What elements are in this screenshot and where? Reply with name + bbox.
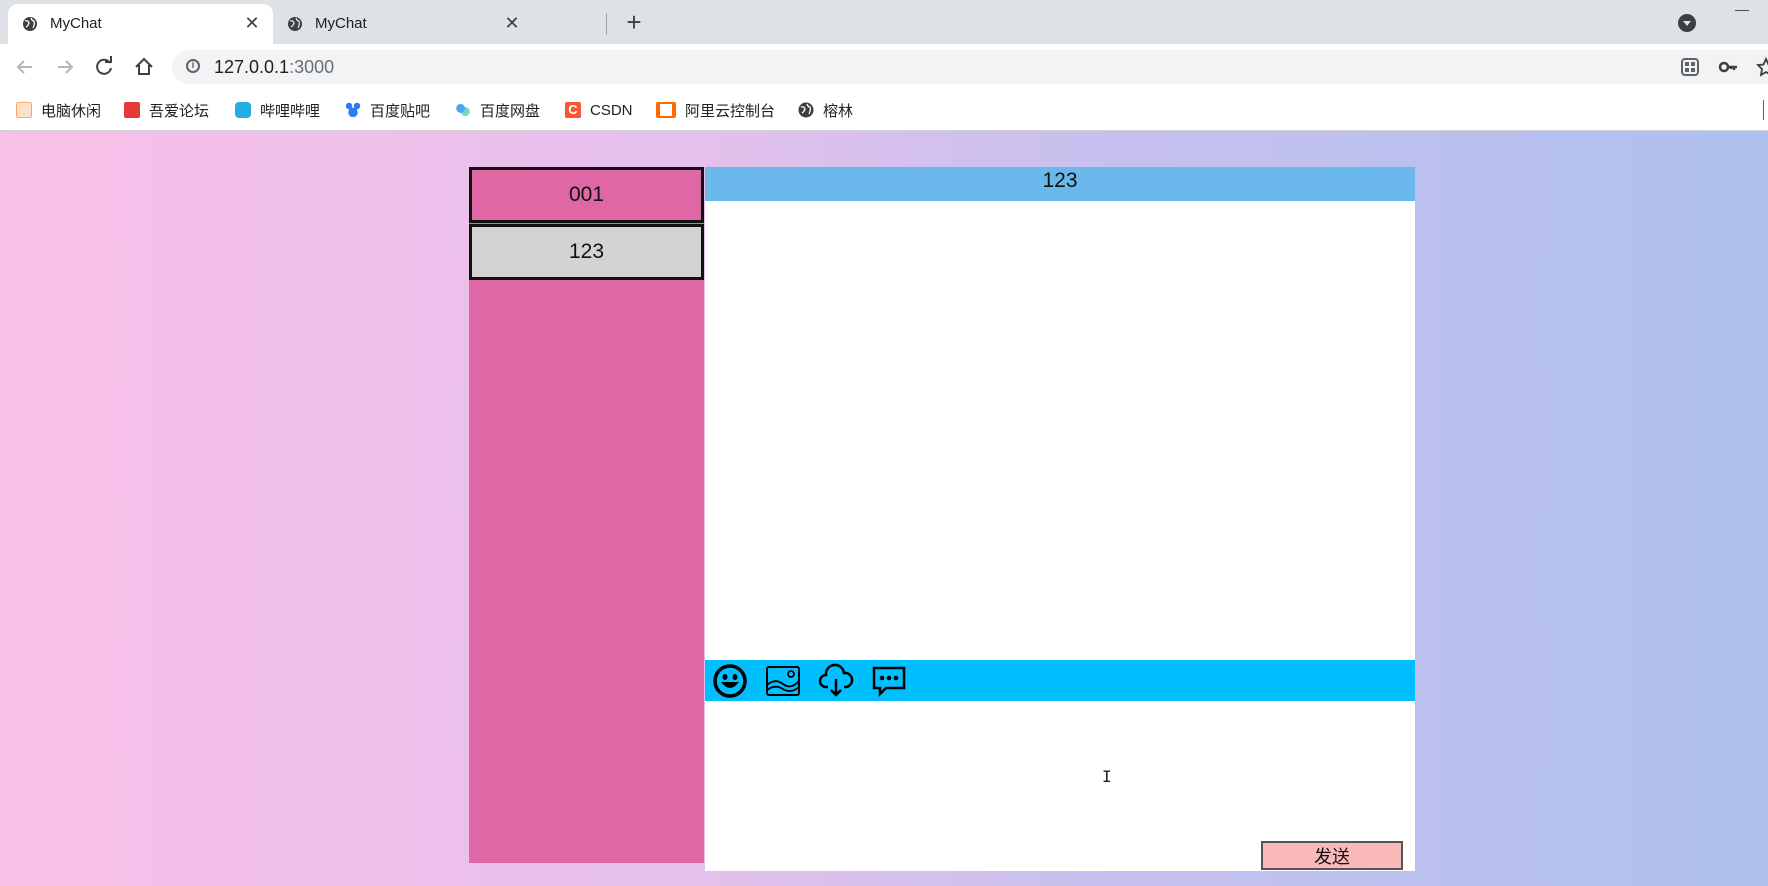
close-tab-icon[interactable]: ✕ (241, 12, 263, 34)
back-arrow-icon[interactable] (12, 54, 38, 80)
reload-icon[interactable] (91, 54, 117, 80)
bookmark-item[interactable]: C CSDN (565, 100, 633, 120)
message-list[interactable] (705, 201, 1415, 660)
bookmark-item[interactable]: 榕林 (798, 100, 853, 120)
bookmarks-overflow-divider (1763, 100, 1764, 120)
tab-title: MyChat (315, 15, 367, 32)
chat-title: 123 (705, 167, 1415, 201)
globe-icon (23, 17, 37, 31)
bookmark-item[interactable]: 百度贴吧 (345, 100, 430, 120)
url-text[interactable]: 127.0.0.1:3000 (214, 57, 334, 78)
minimize-button[interactable]: — (1735, 2, 1761, 16)
emoji-icon[interactable] (712, 663, 748, 699)
qr-code-icon[interactable] (1680, 57, 1700, 77)
bookmark-item[interactable]: 阿里云控制台 (656, 100, 775, 120)
baidu-paw-icon (345, 102, 361, 118)
star-icon[interactable] (1756, 57, 1768, 77)
bookmarks-bar: 电脑休闲 吾爱论坛 哔哩哔哩 百度贴吧 百度网盘 C CSDN 阿里云控制台 榕… (0, 90, 1768, 131)
friend-list-sidebar: 001 123 (469, 167, 704, 863)
chat-toolbar (705, 660, 1415, 701)
friend-item-001[interactable]: 001 (469, 167, 704, 223)
text-cursor: I (1102, 767, 1112, 786)
baidu-netdisk-icon (455, 102, 471, 118)
image-icon[interactable] (765, 663, 801, 699)
chat-panel: 123 I 发送 (705, 167, 1415, 871)
bookmark-item[interactable]: 电脑休闲 (16, 100, 101, 120)
tab-mychat-active[interactable]: MyChat ✕ (8, 4, 273, 44)
globe-icon (288, 17, 302, 31)
close-tab-icon[interactable]: ✕ (501, 12, 523, 34)
home-icon[interactable] (131, 54, 157, 80)
new-tab-button[interactable]: + (620, 9, 648, 37)
folder-icon (16, 102, 32, 118)
bookmark-item[interactable]: 哔哩哔哩 (235, 100, 320, 120)
cloud-download-icon[interactable] (818, 663, 854, 699)
aliyun-icon (656, 102, 676, 118)
csdn-icon: C (565, 102, 581, 118)
browser-toolbar: i 127.0.0.1:3000 (0, 44, 1768, 90)
friend-name: 123 (568, 240, 605, 263)
tab-search-icon[interactable] (1678, 14, 1696, 32)
bilibili-icon (235, 102, 251, 118)
forward-arrow-icon[interactable] (52, 54, 78, 80)
site-info-icon[interactable]: i (186, 59, 200, 73)
tab-separator (606, 13, 607, 35)
bookmark-item[interactable]: 百度网盘 (455, 100, 540, 120)
friend-name: 001 (568, 183, 605, 206)
message-input[interactable]: I 发送 (705, 701, 1415, 871)
key-icon[interactable] (1718, 57, 1738, 77)
bookmark-item[interactable]: 吾爱论坛 (124, 100, 209, 120)
globe-icon (798, 102, 814, 118)
tab-title: MyChat (50, 15, 102, 32)
chat-bubble-icon[interactable] (871, 663, 907, 699)
52pojie-icon (124, 102, 140, 118)
send-button[interactable]: 发送 (1261, 841, 1403, 870)
page-viewport: 001 123 123 I 发送 (0, 131, 1768, 886)
tab-mychat[interactable]: MyChat ✕ (273, 4, 538, 44)
address-bar[interactable]: i 127.0.0.1:3000 (172, 50, 1768, 84)
tab-strip: MyChat ✕ MyChat ✕ + — (0, 0, 1768, 44)
friend-item-123-selected[interactable]: 123 (469, 224, 704, 280)
